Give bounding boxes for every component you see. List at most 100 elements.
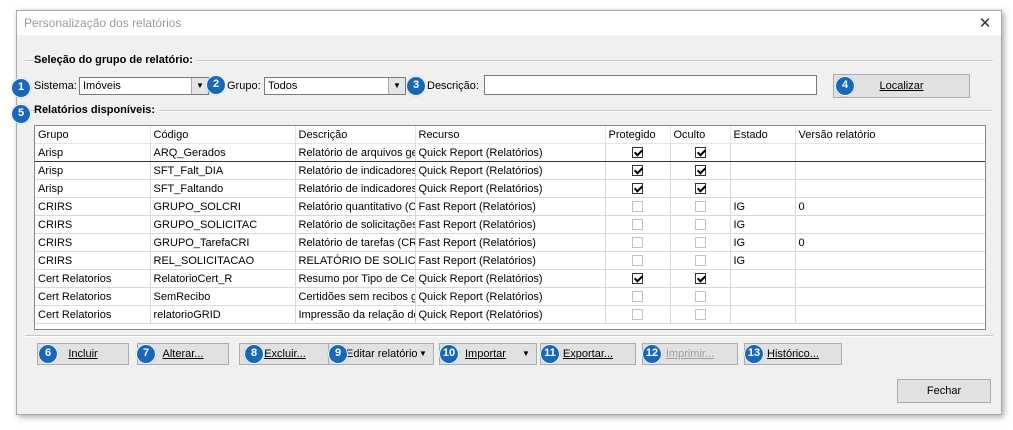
- cell-estado: [730, 305, 796, 324]
- cell-versao: [795, 287, 985, 306]
- oculto-checkbox[interactable]: [694, 255, 706, 267]
- selection-group-title: Seleção do grupo de relatório:: [34, 54, 197, 66]
- cell-grupo: CRIRS: [35, 251, 151, 270]
- protegido-checkbox[interactable]: [632, 291, 643, 303]
- cell-versao: [795, 251, 985, 270]
- descricao-label: Descrição:: [427, 80, 479, 92]
- table-row[interactable]: CRIRS GRUPO_SOLICITAC Relatório de solicit…: [35, 215, 985, 234]
- protegido-checkbox[interactable]: [632, 165, 643, 177]
- cell-protegido: [605, 161, 671, 180]
- cell-recurso: Quick Report (Relatórios): [415, 269, 606, 288]
- table-row[interactable]: Arisp ARQ_Gerados Relatório de arquivos ge…: [35, 143, 985, 162]
- cell-versao: [795, 305, 985, 324]
- cell-grupo: Cert Relatorios: [35, 305, 151, 324]
- cell-recurso: Fast Report (Relatórios): [415, 197, 606, 216]
- cell-protegido: [605, 305, 671, 324]
- table-row[interactable]: CRIRS GRUPO_TarefaCRI Relatório de tarefas…: [35, 233, 985, 252]
- cell-estado: [730, 179, 796, 198]
- table-row[interactable]: Cert Relatorios RelatorioCert_R Resumo por…: [35, 269, 985, 288]
- protegido-checkbox[interactable]: [632, 273, 643, 285]
- cell-versao: 0: [795, 233, 985, 252]
- cell-oculto: [670, 215, 731, 234]
- cell-descricao: Resumo por Tipo de Cer: [295, 269, 416, 288]
- protegido-checkbox[interactable]: [632, 201, 643, 213]
- table-row[interactable]: Cert Relatorios relatorioGRID Impressão da…: [35, 305, 985, 324]
- protegido-checkbox[interactable]: [632, 237, 643, 249]
- oculto-checkbox[interactable]: [694, 237, 706, 249]
- cell-grupo: Cert Relatorios: [35, 287, 151, 306]
- cell-codigo: SemRecibo: [150, 287, 296, 306]
- annotation-badge: 11: [540, 344, 560, 364]
- cell-estado: IG: [730, 197, 796, 216]
- fechar-label: Fechar: [926, 385, 962, 397]
- cell-oculto: [670, 179, 731, 198]
- column-header-versao[interactable]: Versão relatório: [795, 126, 985, 144]
- cell-protegido: [605, 215, 671, 234]
- close-icon[interactable]: ✕: [977, 14, 993, 32]
- cell-recurso: Quick Report (Relatórios): [415, 305, 606, 324]
- oculto-checkbox[interactable]: [694, 309, 706, 321]
- reports-group-title: Relatórios disponíveis:: [34, 104, 160, 116]
- oculto-checkbox[interactable]: [694, 165, 706, 177]
- cell-grupo: Arisp: [35, 179, 151, 198]
- cell-recurso: Fast Report (Relatórios): [415, 215, 606, 234]
- column-header-grupo[interactable]: Grupo: [35, 126, 151, 144]
- annotation-badge: 9: [328, 344, 348, 364]
- cell-protegido: [605, 269, 671, 288]
- column-header-protegido[interactable]: Protegido: [605, 126, 671, 144]
- chevron-down-icon[interactable]: ▼: [388, 78, 405, 94]
- cell-descricao: Relatório de indicadores: [295, 179, 416, 198]
- oculto-checkbox[interactable]: [694, 147, 706, 159]
- oculto-checkbox[interactable]: [694, 219, 706, 231]
- localizar-label: Localizar: [879, 80, 924, 92]
- chevron-down-icon[interactable]: ▼: [522, 344, 534, 364]
- fechar-button[interactable]: Fechar: [897, 379, 991, 403]
- cell-codigo: SFT_Falt_DIA: [150, 161, 296, 180]
- protegido-checkbox[interactable]: [632, 219, 643, 231]
- oculto-checkbox[interactable]: [694, 273, 706, 285]
- column-header-estado[interactable]: Estado: [730, 126, 796, 144]
- cell-oculto: [670, 305, 731, 324]
- cell-protegido: [605, 251, 671, 270]
- oculto-checkbox[interactable]: [694, 201, 706, 213]
- oculto-checkbox[interactable]: [694, 183, 706, 195]
- cell-versao: 0: [795, 197, 985, 216]
- chevron-down-icon[interactable]: ▼: [419, 344, 431, 364]
- cell-descricao: Relatório de tarefas (CRI: [295, 233, 416, 252]
- editar-label: Editar relatório: [346, 348, 418, 360]
- protegido-checkbox[interactable]: [632, 147, 643, 159]
- cell-oculto: [670, 233, 731, 252]
- cell-recurso: Fast Report (Relatórios): [415, 233, 606, 252]
- cell-oculto: [670, 161, 731, 180]
- exportar-label: Exportar...: [562, 348, 614, 360]
- table-row[interactable]: CRIRS GRUPO_SOLCRI Relatório quantitativo …: [35, 197, 985, 216]
- cell-codigo: REL_SOLICITACAO: [150, 251, 296, 270]
- sistema-combo[interactable]: Imóveis ▼: [79, 77, 209, 95]
- cell-codigo: RelatorioCert_R: [150, 269, 296, 288]
- protegido-checkbox[interactable]: [632, 183, 643, 195]
- table-row[interactable]: Arisp SFT_Faltando Relatório de indicadore…: [35, 179, 985, 198]
- protegido-checkbox[interactable]: [632, 255, 643, 267]
- annotation-badge: 2: [206, 75, 226, 95]
- protegido-checkbox[interactable]: [632, 309, 643, 321]
- cell-oculto: [670, 143, 731, 162]
- annotation-badge: 4: [835, 76, 855, 96]
- column-header-recurso[interactable]: Recurso: [415, 126, 606, 144]
- oculto-checkbox[interactable]: [694, 291, 706, 303]
- grupo-combo[interactable]: Todos ▼: [264, 77, 406, 95]
- cell-estado: IG: [730, 251, 796, 270]
- cell-protegido: [605, 287, 671, 306]
- table-row[interactable]: CRIRS REL_SOLICITACAO RELATÓRIO DE SOLIC Fa…: [35, 251, 985, 270]
- column-header-descricao[interactable]: Descrição: [295, 126, 416, 144]
- column-header-codigo[interactable]: Código: [150, 126, 296, 144]
- cell-protegido: [605, 143, 671, 162]
- table-row[interactable]: Arisp SFT_Falt_DIA Relatório de indicadore…: [35, 161, 985, 180]
- column-header-oculto[interactable]: Oculto: [670, 126, 731, 144]
- annotation-badge: 12: [642, 344, 662, 364]
- reports-table[interactable]: Grupo Código Descrição Recurso Protegido…: [34, 125, 986, 330]
- table-row[interactable]: Cert Relatorios SemRecibo Certidões sem re…: [35, 287, 985, 306]
- descricao-input[interactable]: [484, 75, 817, 95]
- cell-grupo: Cert Relatorios: [35, 269, 151, 288]
- excluir-label: Excluir...: [264, 348, 306, 360]
- cell-recurso: Quick Report (Relatórios): [415, 161, 606, 180]
